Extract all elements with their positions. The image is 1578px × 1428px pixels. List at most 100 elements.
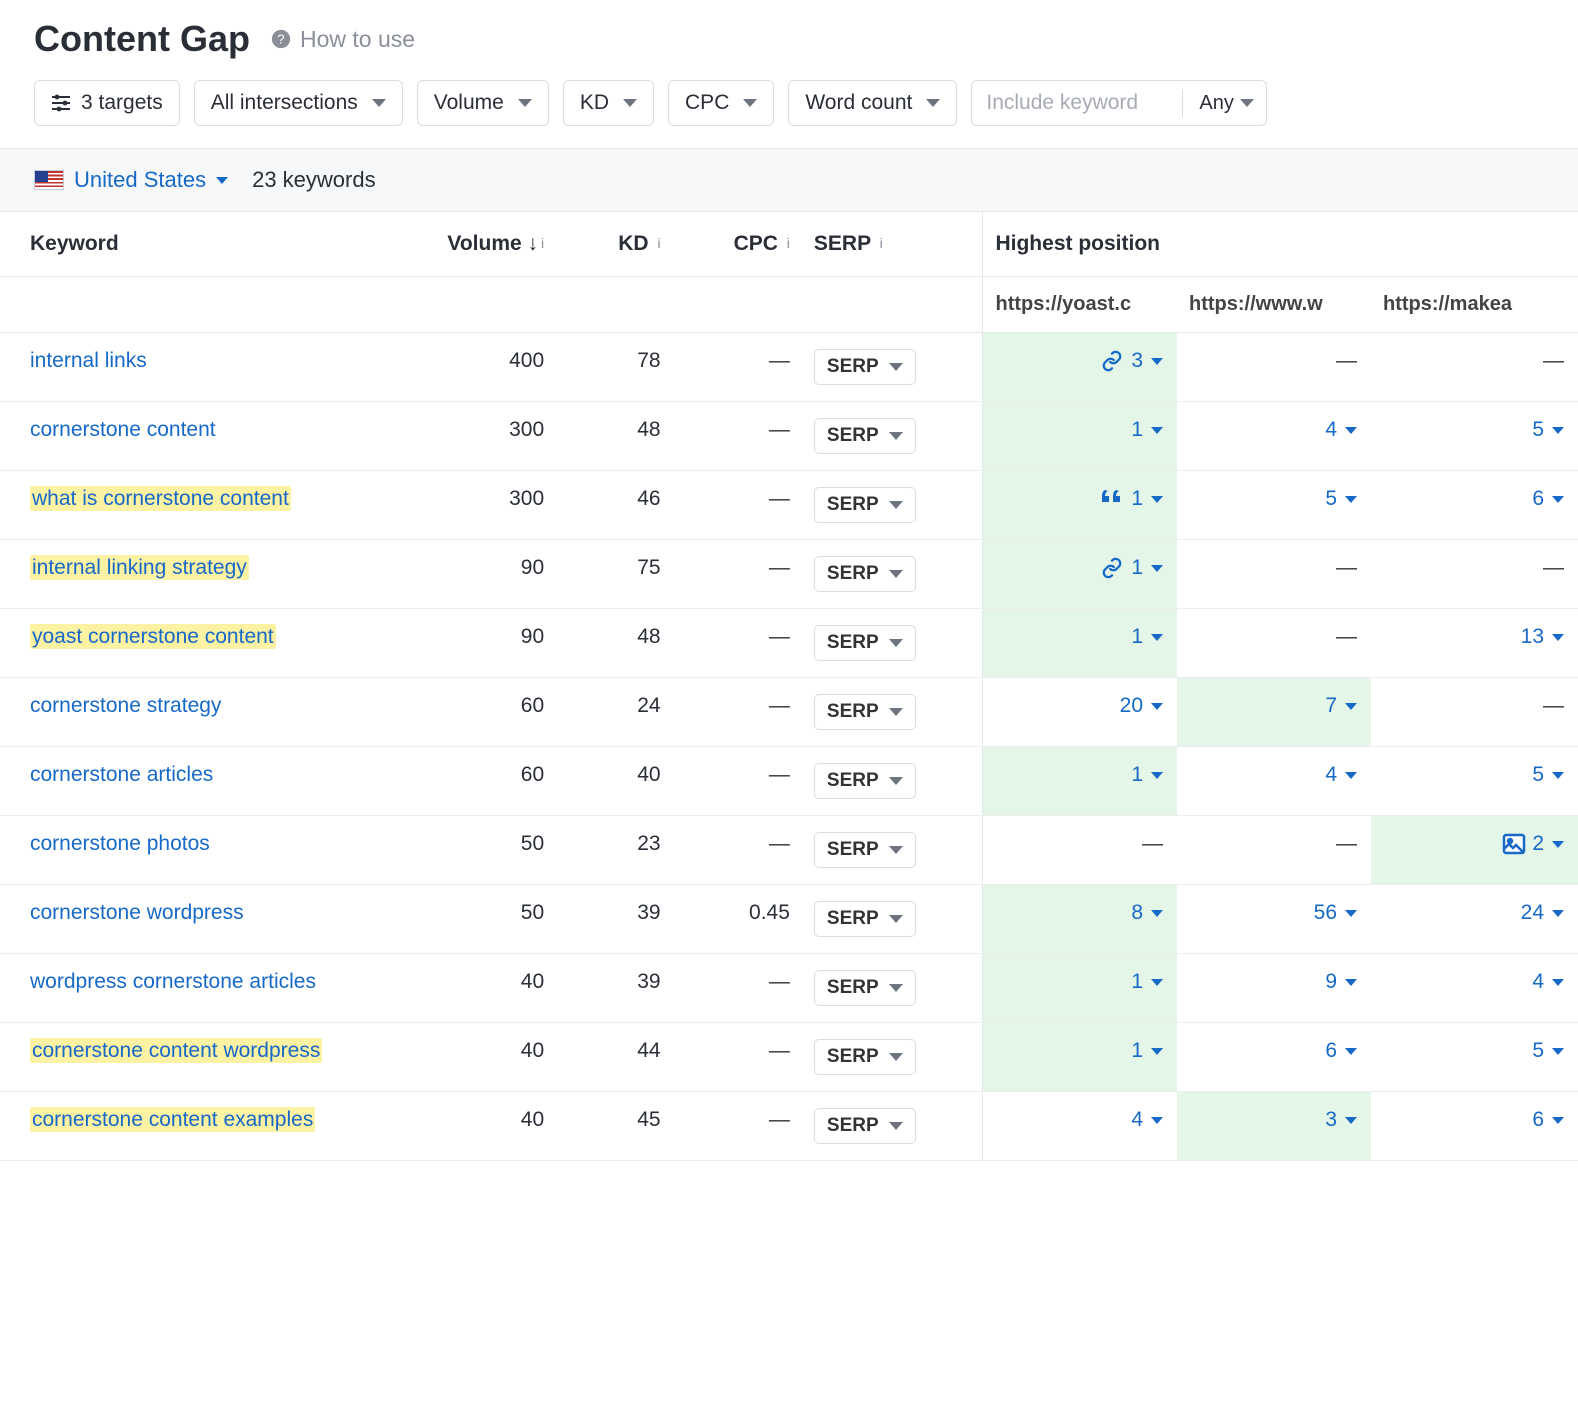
chevron-down-icon [889,1122,903,1130]
serp-button[interactable]: SERP [814,832,916,868]
keyword-link[interactable]: cornerstone content [30,418,216,441]
volume-filter[interactable]: Volume [417,80,549,126]
cpc-cell: — [673,816,802,885]
position-cell[interactable]: 7 [1177,678,1371,747]
position-cell[interactable]: 5 [1177,471,1371,540]
position-cell[interactable]: 9 [1177,954,1371,1023]
keyword-link[interactable]: cornerstone articles [30,763,213,786]
chevron-down-icon [1151,1117,1163,1124]
position-cell[interactable]: 2 [1371,816,1578,885]
position-cell[interactable]: 5 [1371,402,1578,471]
position-cell[interactable]: 1 [983,1023,1177,1092]
keyword-count: 23 keywords [252,167,376,193]
link-icon [1101,350,1123,372]
chevron-down-icon [1151,1048,1163,1055]
wordcount-filter-label: Word count [805,91,912,115]
position-cell[interactable]: 1 [983,609,1177,678]
position-cell[interactable]: 5 [1371,1023,1578,1092]
position-cell[interactable]: 13 [1371,609,1578,678]
serp-button[interactable]: SERP [814,1108,916,1144]
keyword-link[interactable]: cornerstone wordpress [30,901,244,924]
serp-button[interactable]: SERP [814,556,916,592]
position-cell[interactable]: 20 [983,678,1177,747]
kd-cell: 75 [556,540,672,609]
position-cell[interactable]: 4 [1371,954,1578,1023]
position-cell[interactable]: 1 [983,747,1177,816]
serp-button[interactable]: SERP [814,694,916,730]
position-cell[interactable]: 56 [1177,885,1371,954]
targets-filter[interactable]: 3 targets [34,80,180,126]
col-serp[interactable]: SERP i [802,212,983,277]
country-selector[interactable]: United States [34,167,228,193]
position-cell[interactable]: 4 [1177,402,1371,471]
country-label: United States [74,167,206,193]
position-cell[interactable]: 1 [983,540,1177,609]
kd-cell: 44 [556,1023,672,1092]
keyword-link[interactable]: yoast cornerstone content [30,624,276,649]
volume-cell: 40 [401,1023,556,1092]
position-cell[interactable]: 6 [1371,471,1578,540]
chevron-down-icon [1552,910,1564,917]
table-row: cornerstone photos5023—SERP——2 [0,816,1578,885]
volume-filter-label: Volume [434,91,504,115]
wordcount-filter[interactable]: Word count [788,80,957,126]
table-row: cornerstone articles6040—SERP145 [0,747,1578,816]
info-icon[interactable]: i [541,235,544,251]
serp-cell: SERP [802,1023,983,1092]
include-keyword-input[interactable] [972,81,1182,125]
serp-button[interactable]: SERP [814,349,916,385]
chevron-down-icon [1151,979,1163,986]
kd-cell: 39 [556,885,672,954]
keyword-link[interactable]: cornerstone content examples [30,1107,315,1132]
kd-filter[interactable]: KD [563,80,654,126]
kd-cell: 24 [556,678,672,747]
info-icon[interactable]: i [657,235,660,251]
include-keyword-mode[interactable]: Any [1183,92,1265,115]
serp-cell: SERP [802,540,983,609]
how-to-use-link[interactable]: ? How to use [270,26,415,53]
serp-button[interactable]: SERP [814,625,916,661]
info-icon[interactable]: i [787,235,790,251]
keyword-link[interactable]: cornerstone strategy [30,694,221,717]
cpc-cell: — [673,540,802,609]
serp-button[interactable]: SERP [814,763,916,799]
position-cell[interactable]: 6 [1177,1023,1371,1092]
info-icon[interactable]: i [880,235,883,251]
position-cell: — [1177,333,1371,402]
position-cell[interactable]: 4 [1177,747,1371,816]
position-cell[interactable]: 4 [983,1092,1177,1161]
keyword-link[interactable]: wordpress cornerstone articles [30,970,316,993]
chevron-down-icon [743,99,757,107]
position-cell[interactable]: 3 [983,333,1177,402]
chevron-down-icon [1552,1048,1564,1055]
keyword-link[interactable]: internal linking strategy [30,555,249,580]
col-cpc[interactable]: CPC i [673,212,802,277]
position-cell[interactable]: 24 [1371,885,1578,954]
position-cell[interactable]: 1 [983,954,1177,1023]
serp-button[interactable]: SERP [814,418,916,454]
chevron-down-icon [889,363,903,371]
col-volume[interactable]: Volume ↓i [401,212,556,277]
position-cell[interactable]: 1 [983,471,1177,540]
include-keyword-search[interactable]: Any [971,80,1266,126]
serp-button[interactable]: SERP [814,487,916,523]
col-keyword[interactable]: Keyword [0,212,401,277]
keyword-link[interactable]: cornerstone photos [30,832,210,855]
position-cell[interactable]: 8 [983,885,1177,954]
serp-button[interactable]: SERP [814,970,916,1006]
serp-button[interactable]: SERP [814,1039,916,1075]
cpc-filter[interactable]: CPC [668,80,774,126]
keyword-link[interactable]: internal links [30,349,147,372]
keyword-link[interactable]: cornerstone content wordpress [30,1038,322,1063]
intersections-filter[interactable]: All intersections [194,80,403,126]
col-kd[interactable]: KD i [556,212,672,277]
position-cell[interactable]: 6 [1371,1092,1578,1161]
position-cell[interactable]: 5 [1371,747,1578,816]
position-cell[interactable]: 1 [983,402,1177,471]
keyword-link[interactable]: what is cornerstone content [30,486,291,511]
serp-button[interactable]: SERP [814,901,916,937]
table-row: what is cornerstone content30046—SERP156 [0,471,1578,540]
position-cell[interactable]: 3 [1177,1092,1371,1161]
kd-filter-label: KD [580,91,609,115]
kd-cell: 48 [556,609,672,678]
